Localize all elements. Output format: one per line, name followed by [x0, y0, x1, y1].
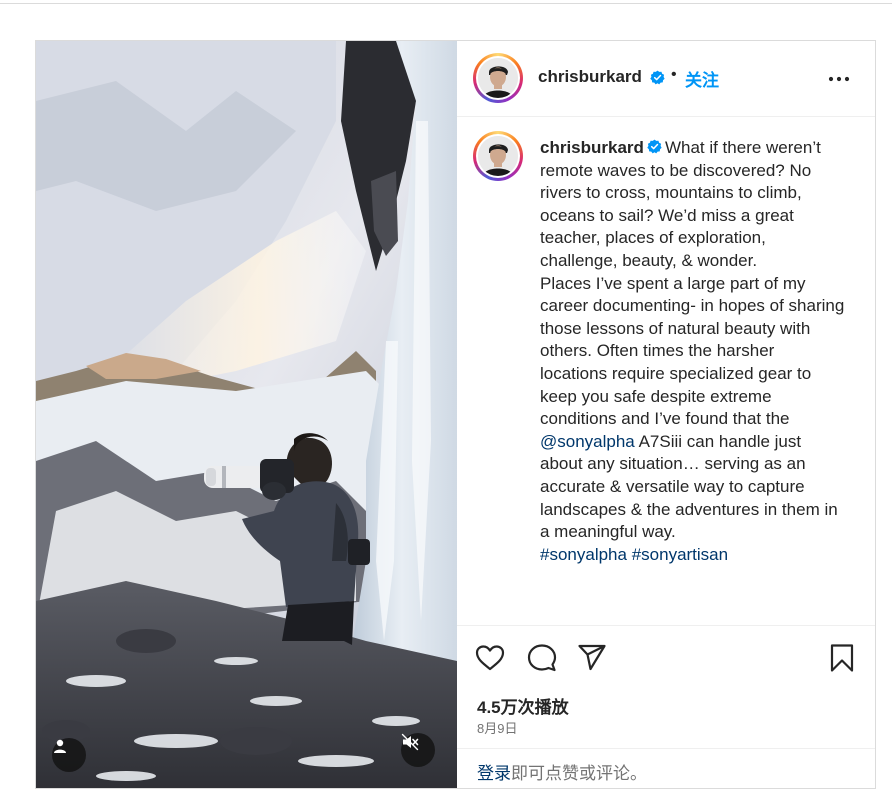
caption-username[interactable]: chrisburkard — [540, 138, 644, 157]
caption-text: chrisburkard What if there weren’t remot… — [540, 137, 845, 566]
author-avatar[interactable] — [473, 53, 523, 103]
avatar-portrait-icon — [478, 136, 518, 176]
video-frame-scene — [36, 41, 457, 788]
separator-dot: • — [671, 66, 677, 83]
login-prompt-bar: 登录即可点赞或评论。 — [457, 748, 875, 789]
hashtag-link[interactable]: #sonyartisan — [632, 545, 728, 564]
login-prompt: 登录即可点赞或评论。 — [477, 759, 647, 784]
mute-toggle-button[interactable] — [401, 733, 435, 767]
avatar-portrait-icon — [478, 58, 518, 98]
share-icon[interactable] — [576, 642, 608, 674]
post-side-panel: chrisburkard • 关注 chrisburkard What if t… — [457, 41, 875, 788]
more-options-icon[interactable] — [828, 75, 850, 83]
post-header: chrisburkard • 关注 — [457, 41, 875, 117]
author-username[interactable]: chrisburkard — [538, 67, 642, 87]
comment-icon[interactable] — [526, 642, 558, 674]
post-actions: 4.5万次播放 8月9日 登录即可点赞或评论。 — [457, 625, 875, 789]
verified-badge-icon — [650, 70, 665, 85]
post-video[interactable] — [36, 41, 457, 788]
bookmark-icon[interactable] — [826, 642, 858, 674]
login-link[interactable]: 登录 — [477, 764, 511, 783]
caption-body: Places I’ve spent a large part of my car… — [540, 273, 845, 429]
heart-icon[interactable] — [474, 642, 506, 674]
follow-button[interactable]: 关注 — [685, 66, 719, 91]
view-count[interactable]: 4.5万次播放 — [477, 693, 569, 718]
post-card: chrisburkard • 关注 chrisburkard What if t… — [35, 40, 876, 789]
verified-badge-icon — [647, 139, 662, 154]
caption-intro: What if there weren’t remote waves to be… — [540, 138, 821, 270]
caption-author-avatar[interactable] — [473, 131, 523, 181]
post-date[interactable]: 8月9日 — [477, 718, 517, 737]
post-caption: chrisburkard What if there weren’t remot… — [457, 117, 875, 625]
user-tag-button[interactable] — [52, 738, 86, 772]
muted-speaker-icon — [401, 733, 419, 751]
top-divider — [0, 3, 892, 4]
mention-link[interactable]: @sonyalpha — [540, 432, 635, 451]
user-tag-icon — [54, 739, 66, 753]
login-prompt-text: 即可点赞或评论。 — [511, 764, 647, 783]
hashtag-link[interactable]: #sonyalpha — [540, 545, 627, 564]
